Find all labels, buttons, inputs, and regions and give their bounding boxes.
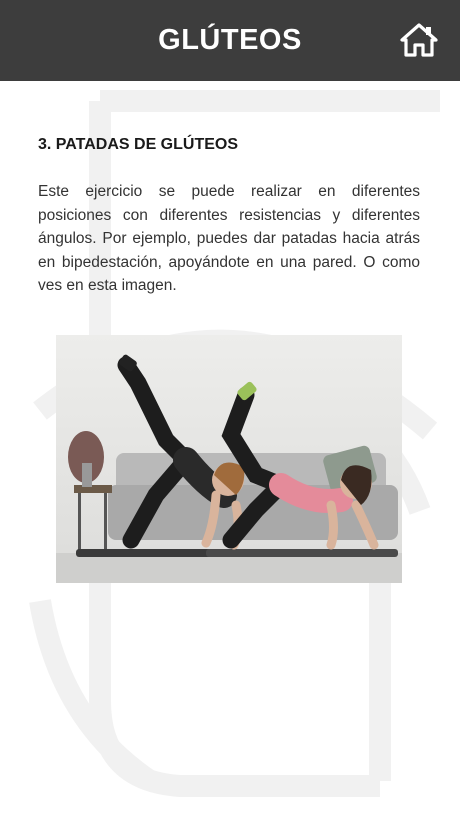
exercise-photo	[56, 335, 402, 583]
home-icon	[400, 23, 438, 57]
exercise-description: Este ejercicio se puede realizar en dife…	[38, 183, 420, 294]
home-button[interactable]	[400, 22, 438, 58]
article-content: 3. PATADAS DE GLÚTEOS Este ejercicio se …	[38, 136, 420, 298]
app-header: GLÚTEOS	[0, 0, 460, 81]
exercise-heading: 3. PATADAS DE GLÚTEOS	[38, 136, 239, 153]
page-title: GLÚTEOS	[158, 24, 302, 56]
